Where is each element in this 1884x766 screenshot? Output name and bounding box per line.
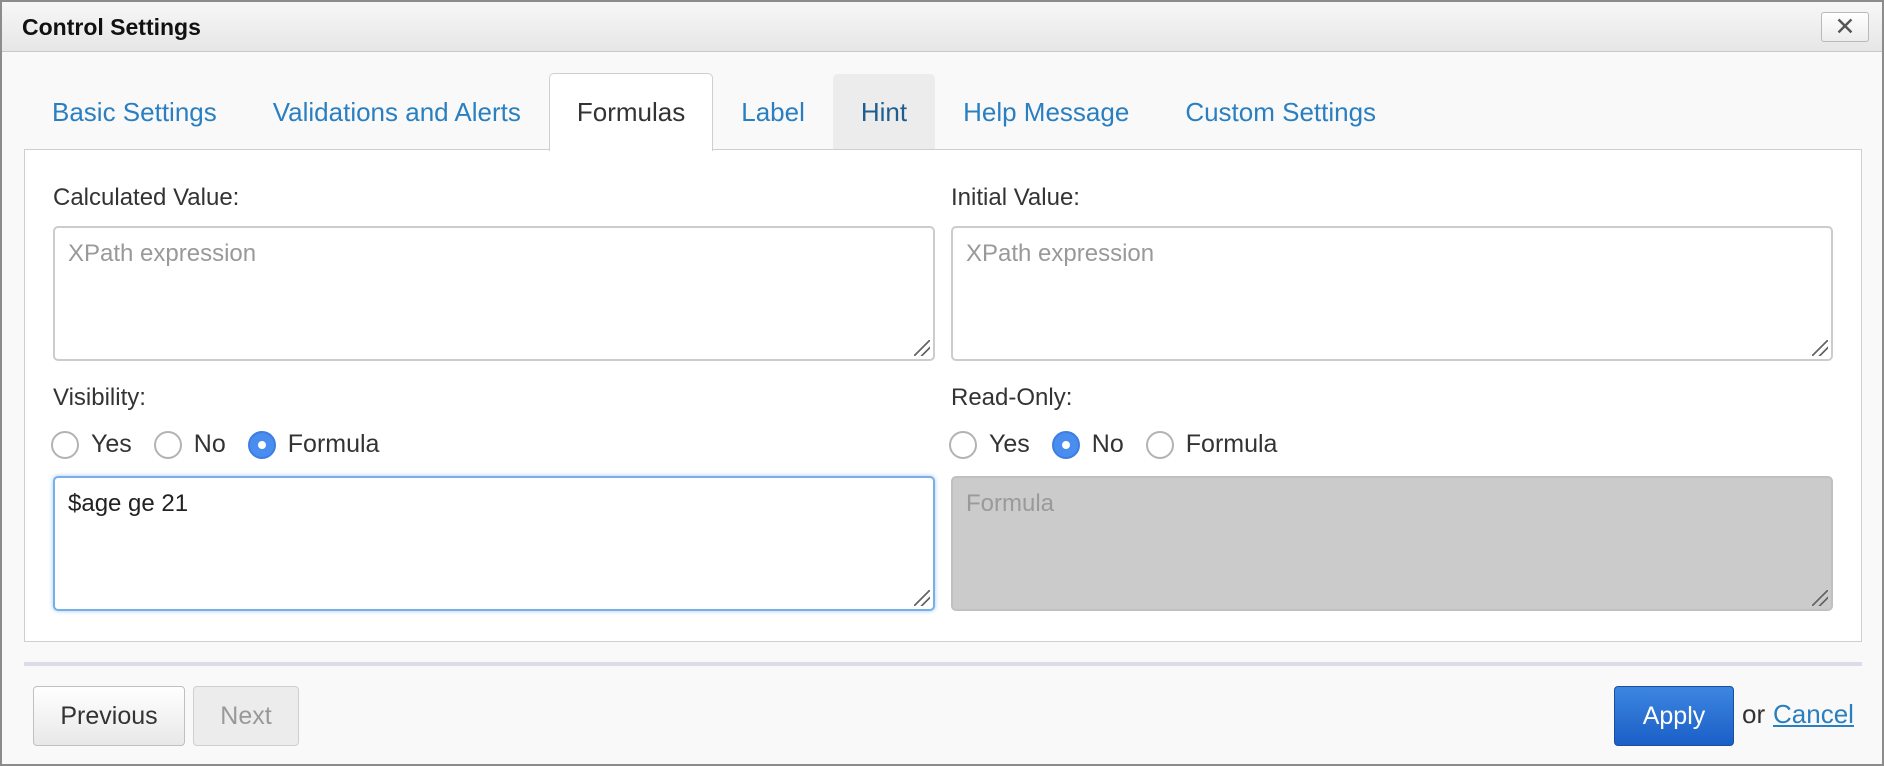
calculated-value-input[interactable]: XPath expression [53, 226, 935, 361]
read-only-formula-placeholder: Formula [966, 490, 1055, 517]
resize-grip-icon[interactable] [914, 590, 930, 606]
previous-button-label: Previous [60, 701, 158, 730]
read-only-radio-formula[interactable] [1145, 430, 1174, 459]
tab-label[interactable]: Label [713, 74, 833, 150]
tab-label: Hint [860, 97, 908, 127]
or-text: or [1742, 699, 1766, 729]
previous-button[interactable]: Previous [33, 686, 185, 746]
formulas-panel: Calculated Value: XPath expression Initi… [24, 149, 1862, 642]
read-only-radio-no[interactable] [1051, 430, 1080, 459]
tab-custom-settings[interactable]: Custom Settings [1157, 74, 1404, 150]
read-only-radio-yes[interactable] [949, 430, 977, 459]
apply-button-label: Apply [1642, 701, 1706, 730]
resize-grip-icon[interactable] [1812, 340, 1828, 356]
initial-value-placeholder: XPath expression [966, 240, 1155, 267]
visibility-label: Visibility: [53, 384, 146, 411]
close-button[interactable]: ✕ [1821, 12, 1869, 42]
dialog-titlebar: Control Settings ✕ [2, 2, 1882, 52]
tab-label-text: Label [741, 97, 805, 127]
visibility-radio-no[interactable] [153, 430, 182, 459]
tab-hint[interactable]: Hint [832, 74, 936, 150]
visibility-option-formula: Formula [287, 430, 380, 458]
initial-value-input[interactable]: XPath expression [951, 226, 1833, 361]
read-only-option-yes: Yes [989, 430, 1030, 458]
apply-button[interactable]: Apply [1614, 686, 1734, 746]
read-only-label: Read-Only: [951, 384, 1073, 411]
cancel-link[interactable]: Cancel [1773, 699, 1854, 730]
tab-formulas[interactable]: Formulas [548, 73, 714, 151]
visibility-option-yes: Yes [91, 430, 132, 458]
tab-basic-settings[interactable]: Basic Settings [24, 74, 245, 150]
tab-bar: Basic Settings Validations and Alerts Fo… [24, 73, 1404, 151]
control-settings-dialog: Control Settings ✕ Basic Settings Valida… [0, 0, 1884, 766]
visibility-radio-formula[interactable] [247, 430, 276, 459]
visibility-radio-yes[interactable] [51, 430, 79, 459]
calculated-value-label: Calculated Value: [53, 184, 240, 211]
resize-grip-icon [1812, 590, 1828, 606]
dialog-title: Control Settings [22, 14, 201, 40]
next-button[interactable]: Next [193, 686, 299, 746]
tab-label: Basic Settings [52, 97, 217, 127]
calculated-value-placeholder: XPath expression [68, 240, 257, 267]
visibility-radio-group: Yes No Formula [51, 430, 401, 459]
footer-separator [24, 662, 1862, 666]
read-only-option-no: No [1091, 430, 1124, 458]
visibility-formula-input[interactable]: $age ge 21 [53, 476, 935, 611]
next-button-label: Next [220, 701, 272, 730]
tab-validations-and-alerts[interactable]: Validations and Alerts [245, 74, 549, 150]
resize-grip-icon[interactable] [914, 340, 930, 356]
visibility-option-no: No [193, 430, 226, 458]
tab-label: Formulas [576, 97, 686, 127]
close-icon: ✕ [1834, 12, 1856, 41]
read-only-formula-input: Formula [951, 476, 1833, 611]
tab-label: Validations and Alerts [272, 97, 521, 127]
read-only-radio-group: Yes No Formula [949, 430, 1299, 459]
initial-value-label: Initial Value: [951, 184, 1080, 211]
tab-label: Help Message [963, 97, 1130, 127]
read-only-option-formula: Formula [1185, 430, 1278, 458]
visibility-formula-value: $age ge 21 [68, 490, 189, 517]
tab-label: Custom Settings [1185, 97, 1377, 127]
tab-help-message[interactable]: Help Message [935, 74, 1157, 150]
